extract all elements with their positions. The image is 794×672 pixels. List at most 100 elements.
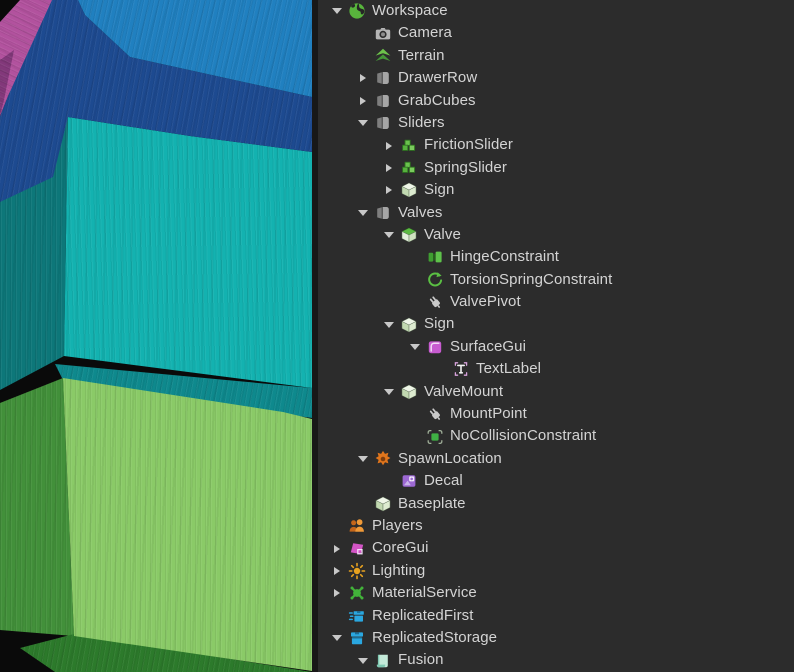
model-icon — [374, 69, 392, 87]
tree-item-springslider[interactable]: SpringSlider — [318, 157, 794, 179]
arrow-spacer — [378, 470, 400, 492]
tree-item-grabcubes[interactable]: GrabCubes — [318, 90, 794, 112]
collapse-arrow-icon[interactable] — [352, 448, 374, 470]
model-icon — [374, 92, 392, 110]
arrow-spacer — [404, 425, 426, 447]
expand-arrow-icon[interactable] — [352, 67, 374, 89]
part-icon — [400, 383, 418, 401]
tree-item-players[interactable]: Players — [318, 515, 794, 537]
tree-item-sign[interactable]: Sign — [318, 179, 794, 201]
arrow-spacer — [352, 493, 374, 515]
tree-item-terrain[interactable]: Terrain — [318, 45, 794, 67]
tree-item-torsionspringconstraint[interactable]: TorsionSpringConstraint — [318, 269, 794, 291]
decal-icon — [400, 472, 418, 490]
tree-item-hingeconstraint[interactable]: HingeConstraint — [318, 246, 794, 268]
expand-arrow-icon[interactable] — [378, 179, 400, 201]
tree-item-sign[interactable]: Sign — [318, 313, 794, 335]
materialservice-icon — [348, 584, 366, 602]
camera-icon — [374, 25, 392, 43]
part-icon — [400, 316, 418, 334]
tree-item-spawnlocation[interactable]: SpawnLocation — [318, 448, 794, 470]
modulescript-icon — [374, 652, 392, 670]
collapse-arrow-icon[interactable] — [378, 313, 400, 335]
tree-item-sliders[interactable]: Sliders — [318, 112, 794, 134]
3d-viewport[interactable] — [0, 0, 312, 672]
part-icon — [400, 181, 418, 199]
tree-item-baseplate[interactable]: Baseplate — [318, 493, 794, 515]
lighting-icon — [348, 562, 366, 580]
arrow-spacer — [404, 403, 426, 425]
tree-item-lighting[interactable]: Lighting — [318, 560, 794, 582]
tree-item-frictionslider[interactable]: FrictionSlider — [318, 134, 794, 156]
tree-item-label: Camera — [398, 24, 452, 42]
arrow-spacer — [326, 605, 348, 627]
collapse-arrow-icon[interactable] — [326, 0, 348, 22]
tree-item-coregui[interactable]: CoreGui — [318, 537, 794, 559]
roblox-studio-window: Workspace Camera Terrain DrawerRow GrabCubes… — [0, 0, 794, 672]
tree-item-valvepivot[interactable]: ValvePivot — [318, 291, 794, 313]
tree-item-label: NoCollisionConstraint — [450, 427, 597, 445]
arrow-spacer — [404, 291, 426, 313]
tree-item-label: CoreGui — [372, 539, 429, 557]
tree-item-fusion[interactable]: Fusion — [318, 649, 794, 671]
arrow-spacer — [326, 515, 348, 537]
arrow-spacer — [352, 45, 374, 67]
tree-item-label: ReplicatedFirst — [372, 606, 474, 624]
tree-item-label: TextLabel — [476, 360, 542, 378]
tree-item-textlabel[interactable]: TextLabel — [318, 358, 794, 380]
collapse-arrow-icon[interactable] — [326, 627, 348, 649]
tree-item-label: Sign — [424, 181, 455, 199]
model-icon — [374, 204, 392, 222]
tree-item-label: SurfaceGui — [450, 337, 527, 355]
model-green-icon — [400, 137, 418, 155]
terrain-icon — [374, 47, 392, 65]
nocollision-icon — [426, 428, 444, 446]
tree-item-replicatedstorage[interactable]: ReplicatedStorage — [318, 627, 794, 649]
tree-item-label: DrawerRow — [398, 69, 478, 87]
model-icon — [374, 114, 392, 132]
workspace-icon — [348, 2, 366, 20]
tree-item-nocollisionconstraint[interactable]: NoCollisionConstraint — [318, 425, 794, 447]
tree-item-valvemount[interactable]: ValveMount — [318, 381, 794, 403]
expand-arrow-icon[interactable] — [378, 134, 400, 156]
collapse-arrow-icon[interactable] — [378, 224, 400, 246]
tree-item-valve[interactable]: Valve — [318, 224, 794, 246]
tree-item-mountpoint[interactable]: MountPoint — [318, 403, 794, 425]
collapse-arrow-icon[interactable] — [404, 336, 426, 358]
arrow-spacer — [430, 358, 452, 380]
expand-arrow-icon[interactable] — [378, 157, 400, 179]
collapse-arrow-icon[interactable] — [378, 381, 400, 403]
expand-arrow-icon[interactable] — [326, 537, 348, 559]
tree-item-label: GrabCubes — [398, 91, 476, 109]
collapse-arrow-icon[interactable] — [352, 112, 374, 134]
arrow-spacer — [404, 269, 426, 291]
tree-item-camera[interactable]: Camera — [318, 22, 794, 44]
tree-item-workspace[interactable]: Workspace — [318, 0, 794, 22]
collapse-arrow-icon[interactable] — [352, 202, 374, 224]
tree-item-label: SpringSlider — [424, 158, 507, 176]
tree-item-label: Lighting — [372, 561, 426, 579]
tree-item-label: Workspace — [372, 2, 448, 19]
tree-item-surfacegui[interactable]: SurfaceGui — [318, 336, 794, 358]
tree-item-label: Baseplate — [398, 494, 466, 512]
attachment-icon — [426, 405, 444, 423]
expand-arrow-icon[interactable] — [352, 90, 374, 112]
tree-item-valves[interactable]: Valves — [318, 202, 794, 224]
tree-item-label: Sliders — [398, 113, 445, 131]
surfacegui-icon — [426, 338, 444, 356]
tree-item-label: Sign — [424, 315, 455, 333]
tree-item-replicatedfirst[interactable]: ReplicatedFirst — [318, 605, 794, 627]
explorer-panel: Workspace Camera Terrain DrawerRow GrabCubes… — [318, 0, 794, 672]
tree-item-drawerrow[interactable]: DrawerRow — [318, 67, 794, 89]
tree-item-label: Players — [372, 516, 423, 534]
expand-arrow-icon[interactable] — [326, 582, 348, 604]
torsion-spring-icon — [426, 271, 444, 289]
expand-arrow-icon[interactable] — [326, 560, 348, 582]
tree-item-decal[interactable]: Decal — [318, 470, 794, 492]
tree-item-materialservice[interactable]: MaterialService — [318, 582, 794, 604]
attachment-icon — [426, 293, 444, 311]
tree-item-label: Fusion — [398, 651, 444, 669]
tree-item-label: TorsionSpringConstraint — [450, 270, 613, 288]
collapse-arrow-icon[interactable] — [352, 649, 374, 671]
tree-item-label: ReplicatedStorage — [372, 628, 498, 646]
